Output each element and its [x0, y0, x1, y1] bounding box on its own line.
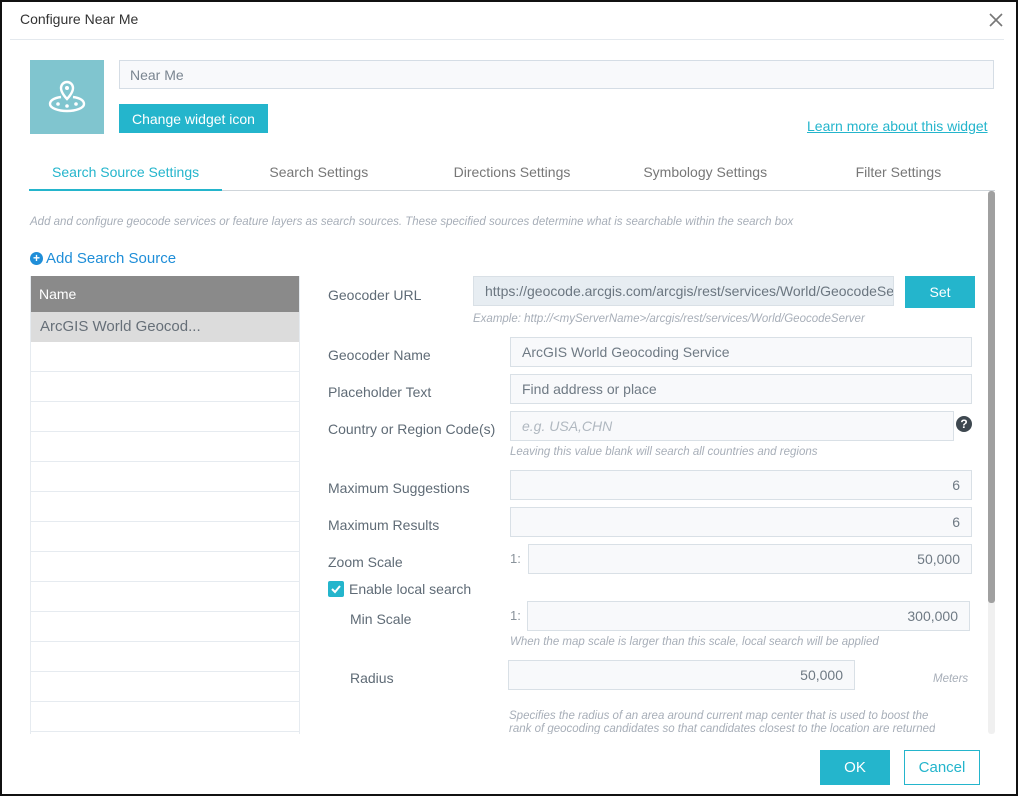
tab-search-settings[interactable]: Search Settings — [222, 157, 415, 190]
list-item — [31, 642, 299, 672]
list-item — [31, 342, 299, 372]
country-code-input[interactable]: e.g. USA,CHN — [510, 411, 954, 441]
plus-circle-icon: + — [30, 252, 43, 265]
title-divider — [10, 39, 1004, 40]
location-radius-icon — [48, 80, 86, 113]
radius-unit: Meters — [933, 673, 969, 685]
tab-description: Add and configure geocode services or fe… — [30, 216, 794, 228]
list-item — [31, 552, 299, 582]
list-header-name: Name — [31, 276, 299, 312]
widget-icon-preview — [30, 60, 104, 134]
geocoder-name-input[interactable]: ArcGIS World Geocoding Service — [510, 337, 972, 367]
geocoder-url-hint: Example: http://<myServerName>/arcgis/re… — [473, 313, 865, 325]
enable-local-search-checkbox[interactable] — [328, 581, 344, 597]
list-item[interactable]: ArcGIS World Geocod... — [31, 312, 299, 342]
geocoder-url-label: Geocoder URL — [328, 287, 422, 303]
list-item — [31, 462, 299, 492]
max-suggestions-input[interactable]: 6 — [510, 470, 972, 500]
scrollbar-thumb[interactable] — [988, 191, 995, 603]
radius-hint-line2: rank of geocoding candidates so that can… — [509, 723, 936, 734]
radius-label: Radius — [350, 670, 394, 686]
max-results-input[interactable]: 6 — [510, 507, 972, 537]
list-item — [31, 372, 299, 402]
set-url-button[interactable]: Set — [905, 276, 975, 308]
list-item — [31, 582, 299, 612]
list-item — [31, 672, 299, 702]
list-item — [31, 612, 299, 642]
add-search-source-button[interactable]: + Add Search Source — [30, 250, 176, 267]
tab-symbology-settings[interactable]: Symbology Settings — [609, 157, 802, 190]
checkmark-icon — [331, 585, 341, 594]
country-code-label: Country or Region Code(s) — [328, 421, 496, 437]
min-scale-prefix: 1: — [510, 608, 521, 623]
zoom-scale-prefix: 1: — [510, 551, 521, 566]
list-item — [31, 522, 299, 552]
list-item — [31, 402, 299, 432]
zoom-scale-input[interactable]: 50,000 — [528, 544, 972, 574]
widget-name-input[interactable] — [119, 60, 994, 89]
list-item — [31, 702, 299, 732]
enable-local-search-label: Enable local search — [349, 581, 472, 597]
tab-directions-settings[interactable]: Directions Settings — [415, 157, 608, 190]
list-item — [31, 492, 299, 522]
tab-filter-settings[interactable]: Filter Settings — [802, 157, 995, 190]
question-circle-icon[interactable]: ? — [956, 416, 972, 432]
add-search-source-label: Add Search Source — [46, 250, 177, 267]
min-scale-input[interactable]: 300,000 — [527, 601, 970, 631]
tab-search-source-settings[interactable]: Search Source Settings — [29, 157, 223, 191]
max-results-label: Maximum Results — [328, 517, 440, 533]
geocoder-url-input[interactable]: https://geocode.arcgis.com/arcgis/rest/s… — [473, 276, 894, 306]
close-icon[interactable] — [987, 11, 1005, 29]
min-scale-label: Min Scale — [350, 611, 412, 627]
geocoder-name-label: Geocoder Name — [328, 347, 431, 363]
min-scale-hint: When the map scale is larger than this s… — [510, 636, 879, 648]
change-widget-icon-button[interactable]: Change widget icon — [119, 104, 268, 133]
zoom-scale-label: Zoom Scale — [328, 554, 403, 570]
search-sources-list: Name ArcGIS World Geocod... — [30, 276, 300, 734]
dialog-title: Configure Near Me — [20, 11, 139, 27]
country-code-hint: Leaving this value blank will search all… — [510, 446, 818, 458]
radius-input[interactable]: 50,000 — [508, 660, 855, 690]
ok-button[interactable]: OK — [820, 750, 890, 785]
placeholder-text-label: Placeholder Text — [328, 384, 432, 400]
configure-dialog: Configure Near Me Change widget icon Lea… — [0, 0, 1018, 796]
radius-hint-line1: Specifies the radius of an area around c… — [509, 710, 929, 722]
learn-more-link[interactable]: Learn more about this widget — [807, 118, 988, 134]
cancel-button[interactable]: Cancel — [904, 750, 980, 785]
placeholder-text-input[interactable]: Find address or place — [510, 374, 972, 404]
max-suggestions-label: Maximum Suggestions — [328, 480, 470, 496]
list-item — [31, 432, 299, 462]
settings-tabs: Search Source Settings Search Settings D… — [29, 157, 995, 191]
